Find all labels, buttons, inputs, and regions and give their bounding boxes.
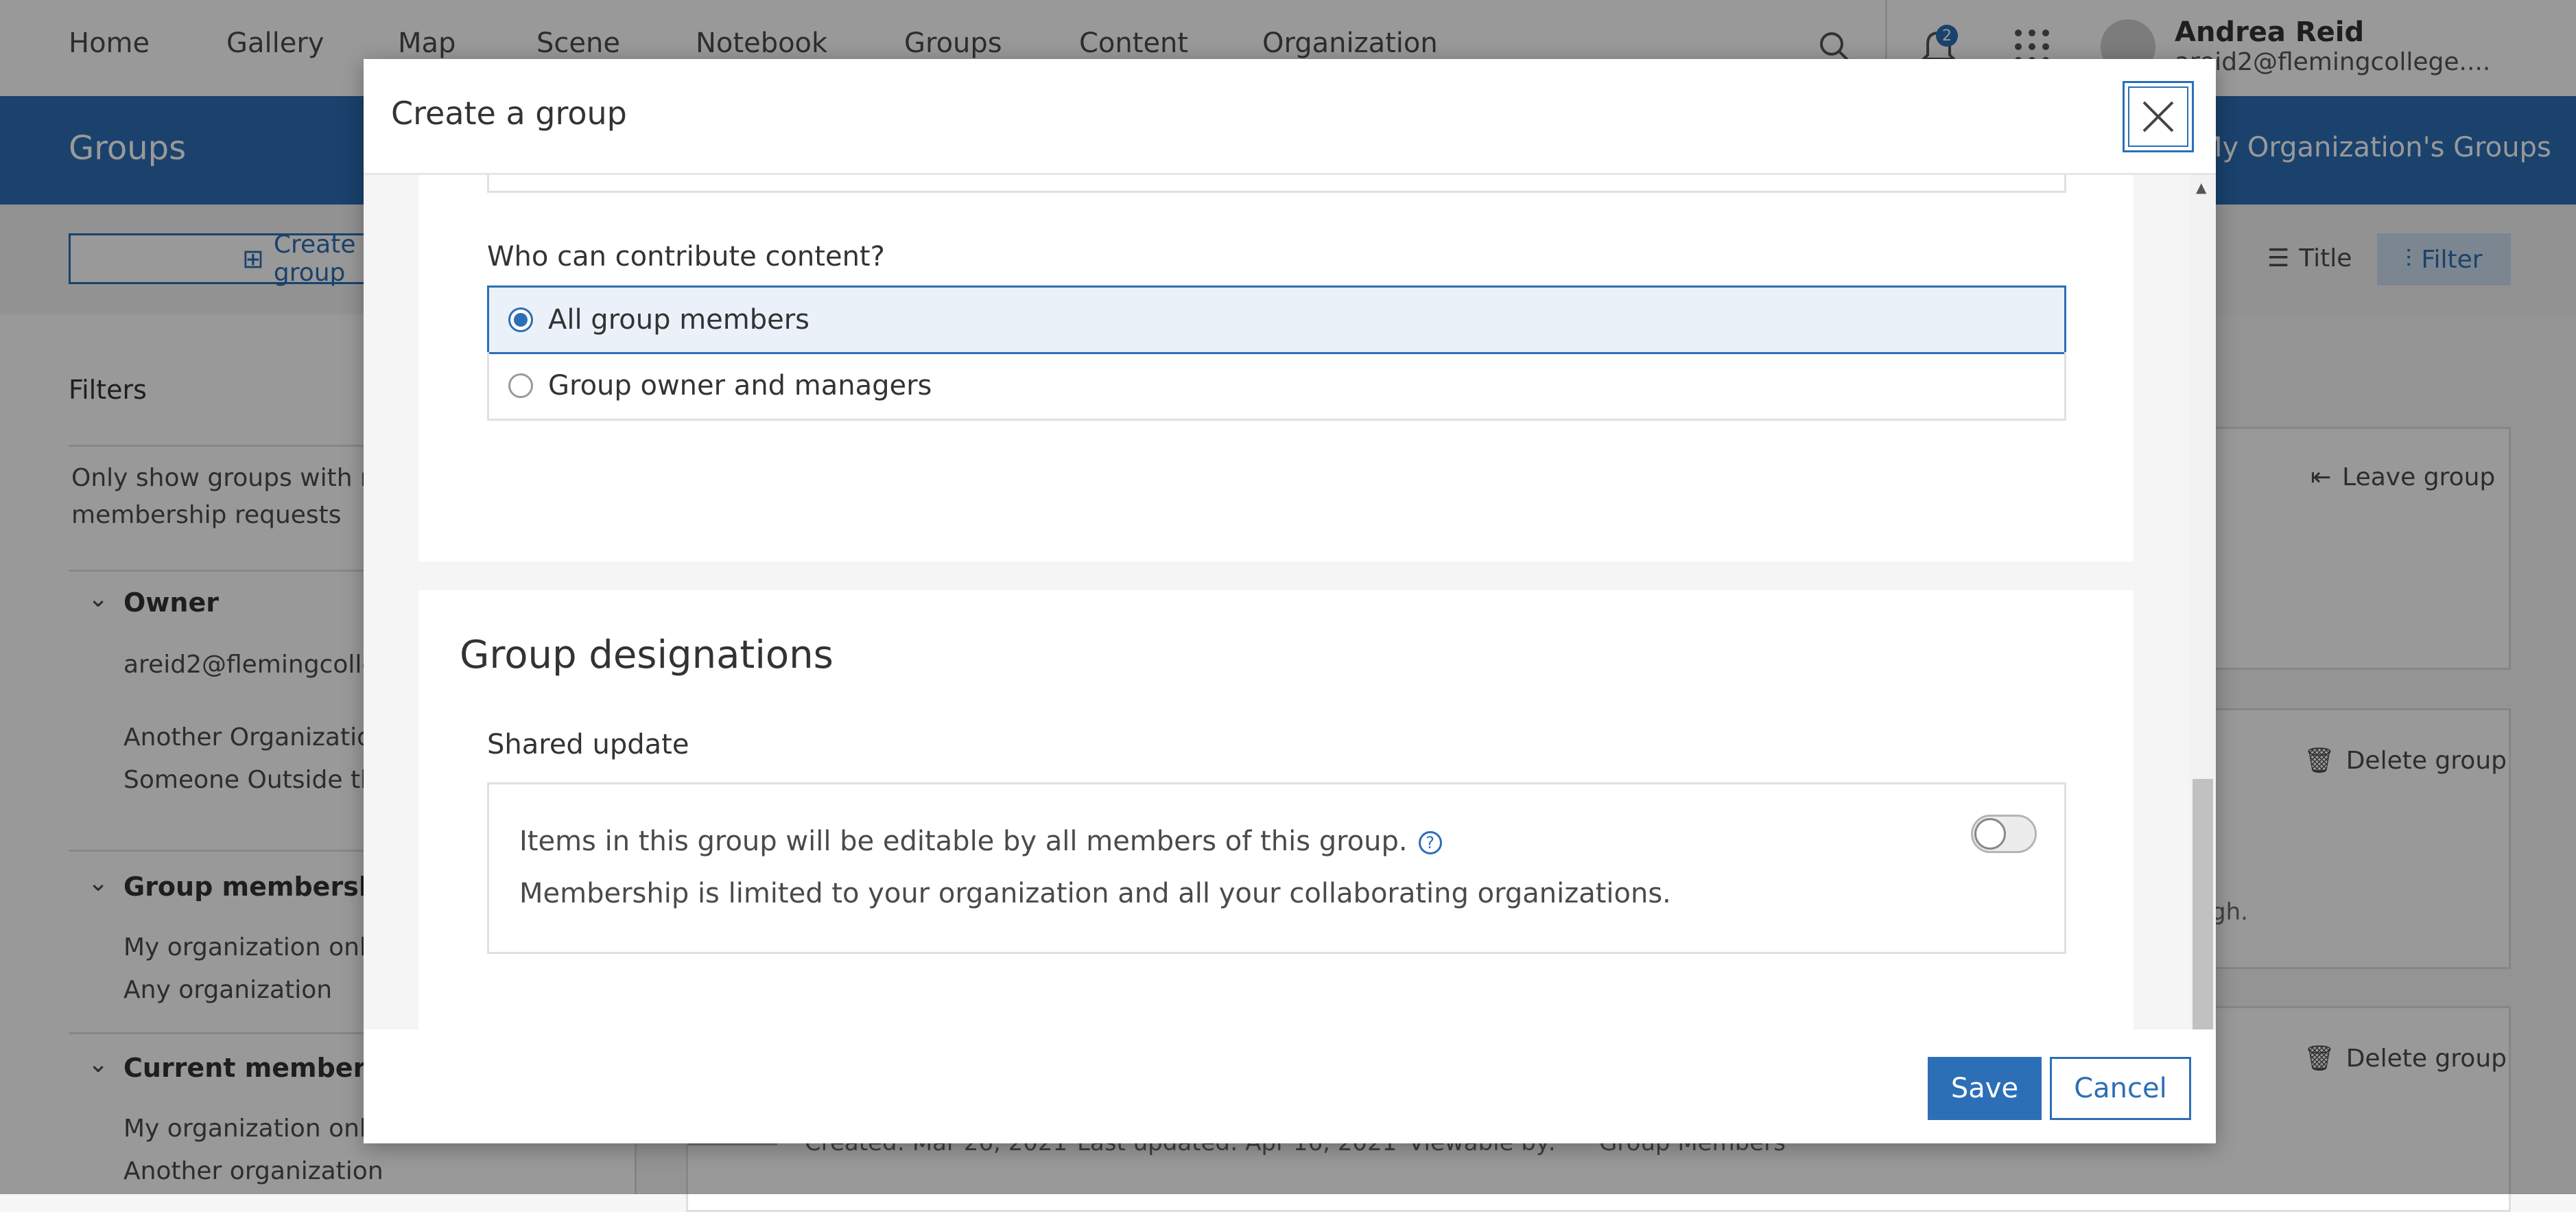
contribute-option-all-members[interactable]: All group members <box>487 285 2066 354</box>
dialog-header: Create a group <box>364 59 2216 175</box>
help-icon[interactable]: ? <box>1418 831 1442 854</box>
option-label: All group members <box>548 304 810 336</box>
shared-update-toggle[interactable] <box>1971 815 2037 853</box>
access-panel: Who can contribute content? All group me… <box>418 175 2134 561</box>
group-designations-panel: Group designations Shared update Items i… <box>418 590 2134 1039</box>
section-heading: Group designations <box>460 633 834 677</box>
close-icon <box>2142 101 2174 132</box>
radio-icon[interactable] <box>508 373 533 398</box>
shared-update-box: Items in this group will be editable by … <box>487 782 2066 954</box>
contribute-label: Who can contribute content? <box>487 241 885 272</box>
shared-update-label: Shared update <box>487 729 689 760</box>
shared-update-text: Items in this group will be editable by … <box>519 826 1408 857</box>
dialog-scrollbar[interactable]: ▲ ▼ <box>2190 175 2216 1086</box>
create-group-dialog: Create a group Who can contribute conten… <box>364 59 2216 1143</box>
shared-update-note: Membership is limited to your organizati… <box>519 878 1671 909</box>
save-button[interactable]: Save <box>1928 1057 2042 1120</box>
dialog-footer: Save Cancel <box>364 1029 2216 1143</box>
dialog-body[interactable]: Who can contribute content? All group me… <box>364 175 2216 1086</box>
option-label: Group owner and managers <box>548 369 932 401</box>
cancel-button[interactable]: Cancel <box>2050 1057 2191 1120</box>
dialog-title: Create a group <box>391 95 627 132</box>
previous-field-edge <box>487 175 2066 193</box>
shared-update-description: Items in this group will be editable by … <box>519 826 1442 857</box>
close-button[interactable] <box>2123 81 2194 152</box>
scroll-up-icon[interactable]: ▲ <box>2196 179 2206 196</box>
contribute-option-owner-managers[interactable]: Group owner and managers <box>487 352 2066 421</box>
scroll-thumb[interactable] <box>2193 779 2213 1053</box>
radio-selected-icon[interactable] <box>508 307 533 332</box>
